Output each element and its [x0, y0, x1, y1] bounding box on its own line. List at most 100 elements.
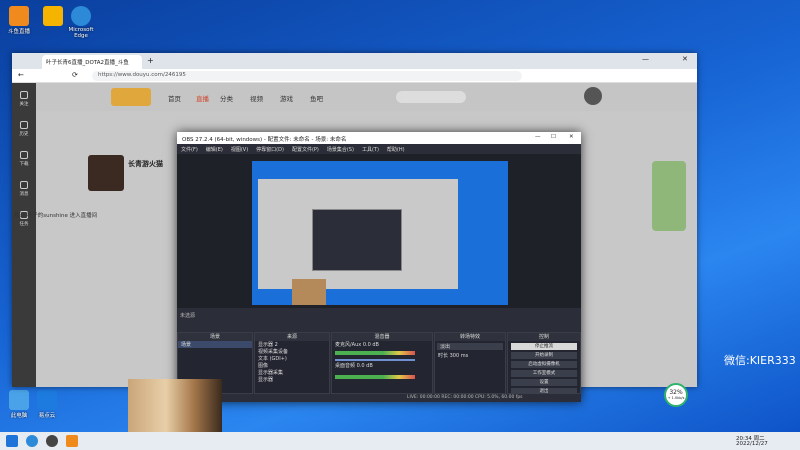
sidebar-label: 关注	[19, 102, 29, 107]
transition-select[interactable]: 淡出	[437, 343, 503, 350]
sidebar-item[interactable]: 关注	[12, 91, 36, 113]
source-item[interactable]: 显示器采集	[255, 369, 329, 376]
tab-bar: 叶子长青6直播_DOTA2直播_斗鱼 + — ✕	[12, 53, 697, 69]
sidebar-label: 消息	[19, 192, 29, 197]
scene-item[interactable]: 场景	[178, 341, 252, 348]
close-icon[interactable]: ✕	[569, 134, 574, 140]
sidebar-label: 历史	[19, 132, 29, 137]
edge-taskbar-icon[interactable]	[26, 435, 38, 447]
controls-dock: 控制 停止推流 开始录制 启动虚拟摄像机 工作室模式 设置 退出	[507, 332, 581, 395]
avatar[interactable]	[584, 87, 602, 105]
cpu-sub: + 1.0kb/s	[667, 396, 685, 400]
obs-title: OBS 27.2.4 (64-bit, windows) - 配置文件: 未命名…	[182, 137, 347, 143]
desktop-icon-label: 斗鱼直播	[7, 29, 30, 35]
refresh-icon[interactable]: ⟳	[72, 71, 78, 79]
nav-category[interactable]: 分类	[220, 93, 233, 103]
search-input[interactable]	[396, 91, 466, 103]
webcam-overlay	[128, 379, 222, 432]
source-item[interactable]: 显示器 2	[255, 341, 329, 348]
duration-input[interactable]: 300 ms	[450, 353, 469, 359]
sidebar-item[interactable]: 消息	[12, 181, 36, 203]
back-icon[interactable]: ←	[18, 71, 24, 79]
no-source-label: 未选源	[180, 313, 196, 319]
source-item[interactable]: 文本 (GDI+)	[255, 355, 329, 362]
menu-profile[interactable]: 配置文件(P)	[292, 147, 319, 153]
start-recording-button[interactable]: 开始录制	[511, 352, 577, 359]
url-input[interactable]: https://www.douyu.com/246195	[92, 71, 522, 81]
chat-line: 欢迎 叶子的sunshine 进入直播间	[14, 213, 98, 219]
cpu-badge[interactable]: 32% + 1.0kb/s	[664, 383, 688, 407]
desktop-icon-edge[interactable]: Microsoft Edge	[64, 6, 98, 39]
source-item[interactable]: 图像	[255, 362, 329, 369]
webcam-preview	[292, 279, 326, 305]
start-icon[interactable]	[6, 435, 18, 447]
nav-video[interactable]: 视频	[250, 93, 263, 103]
obs-preview[interactable]	[177, 154, 581, 308]
left-sidebar: 关注 历史 下载 消息 任务	[12, 83, 36, 387]
virtual-camera-button[interactable]: 启动虚拟摄像机	[511, 361, 577, 368]
download-icon	[20, 151, 28, 159]
menu-tools[interactable]: 工具(T)	[362, 147, 379, 153]
source-item[interactable]: 显示器	[255, 376, 329, 383]
clock-date[interactable]: 2022/12/27	[736, 441, 768, 447]
desktop-icon-douyu[interactable]: 斗鱼直播	[2, 6, 36, 35]
nav-yuba[interactable]: 鱼吧	[310, 93, 323, 103]
nav-game[interactable]: 游戏	[280, 93, 293, 103]
mixer-track-name: 麦克风/Aux	[335, 342, 362, 348]
desktop-icon-label: 易点云	[38, 413, 56, 419]
desktop-icon-label: Microsoft Edge	[68, 27, 94, 39]
sidebar-item[interactable]: 下载	[12, 151, 36, 173]
obs-titlebar: OBS 27.2.4 (64-bit, windows) - 配置文件: 未命名…	[177, 132, 581, 144]
obs-statusbar: LIVE: 00:00:00 REC: 00:00:00 CPU: 5.0%, …	[177, 394, 581, 402]
sidebar-label: 下载	[19, 162, 29, 167]
new-tab-icon[interactable]: +	[147, 56, 154, 65]
menu-docks[interactable]: 停靠窗口(D)	[256, 147, 284, 153]
menu-edit[interactable]: 编辑(E)	[206, 147, 223, 153]
mixer-header: 混音器	[332, 333, 432, 341]
obs-window: OBS 27.2.4 (64-bit, windows) - 配置文件: 未命名…	[177, 132, 581, 402]
streamer-avatar[interactable]	[88, 155, 124, 191]
settings-button[interactable]: 设置	[511, 379, 577, 386]
obs-taskbar-icon[interactable]	[46, 435, 58, 447]
sources-dock: 来源 显示器 2 视频采集设备 文本 (GDI+) 图像 显示器采集 显示器	[254, 332, 330, 394]
volume-slider[interactable]	[335, 359, 415, 361]
sidebar-label: 任务	[19, 222, 29, 227]
transitions-dock: 转场特效 淡出 时长 300 ms	[434, 332, 506, 394]
maximize-icon[interactable]: ☐	[551, 134, 556, 140]
nav-live[interactable]: 直播	[196, 93, 209, 103]
controls-header: 控制	[508, 333, 580, 341]
mixer-track-level: 0.0 dB	[356, 363, 373, 369]
heart-icon	[20, 91, 28, 99]
sidebar-item[interactable]: 历史	[12, 121, 36, 143]
scenes-header: 场景	[178, 333, 252, 341]
minimize-icon[interactable]: —	[642, 55, 649, 63]
mixer-track-level: 0.0 dB	[362, 342, 379, 348]
studio-mode-button[interactable]: 工作室模式	[511, 370, 577, 377]
taskbar: 20:34 周二 2022/12/27	[0, 432, 800, 450]
menu-scene-collection[interactable]: 场景集合(S)	[327, 147, 354, 153]
menu-file[interactable]: 文件(F)	[181, 147, 198, 153]
side-banner[interactable]	[652, 161, 686, 231]
douyu-taskbar-icon[interactable]	[66, 435, 78, 447]
message-icon	[20, 181, 28, 189]
duration-label: 时长	[438, 353, 449, 359]
desktop-icon-label: 此电脑	[10, 413, 28, 419]
nested-obs	[312, 209, 402, 271]
volume-meter	[335, 351, 415, 355]
nav-home[interactable]: 首页	[168, 93, 181, 103]
address-bar: ← ⟳ https://www.douyu.com/246195	[12, 69, 697, 83]
desktop-icon-cloud[interactable]: 易点云	[30, 390, 64, 419]
source-item[interactable]: 视频采集设备	[255, 348, 329, 355]
browser-tab[interactable]: 叶子长青6直播_DOTA2直播_斗鱼	[42, 55, 142, 69]
stop-streaming-button[interactable]: 停止推流	[511, 343, 577, 350]
douyu-logo	[111, 88, 151, 106]
watermark-text: 微信:KIER333	[724, 354, 796, 367]
minimize-icon[interactable]: —	[535, 134, 541, 140]
mixer-track-name: 桌面音频	[335, 363, 356, 369]
site-header: 首页 直播 分类 视频 游戏 鱼吧	[36, 83, 697, 111]
close-icon[interactable]: ✕	[682, 55, 688, 63]
menu-view[interactable]: 视图(V)	[231, 147, 248, 153]
mixer-dock: 混音器 麦克风/Aux 0.0 dB 桌面音频 0.0 dB	[331, 332, 433, 394]
menu-help[interactable]: 帮助(H)	[387, 147, 405, 153]
cpu-percent: 32%	[669, 389, 683, 396]
